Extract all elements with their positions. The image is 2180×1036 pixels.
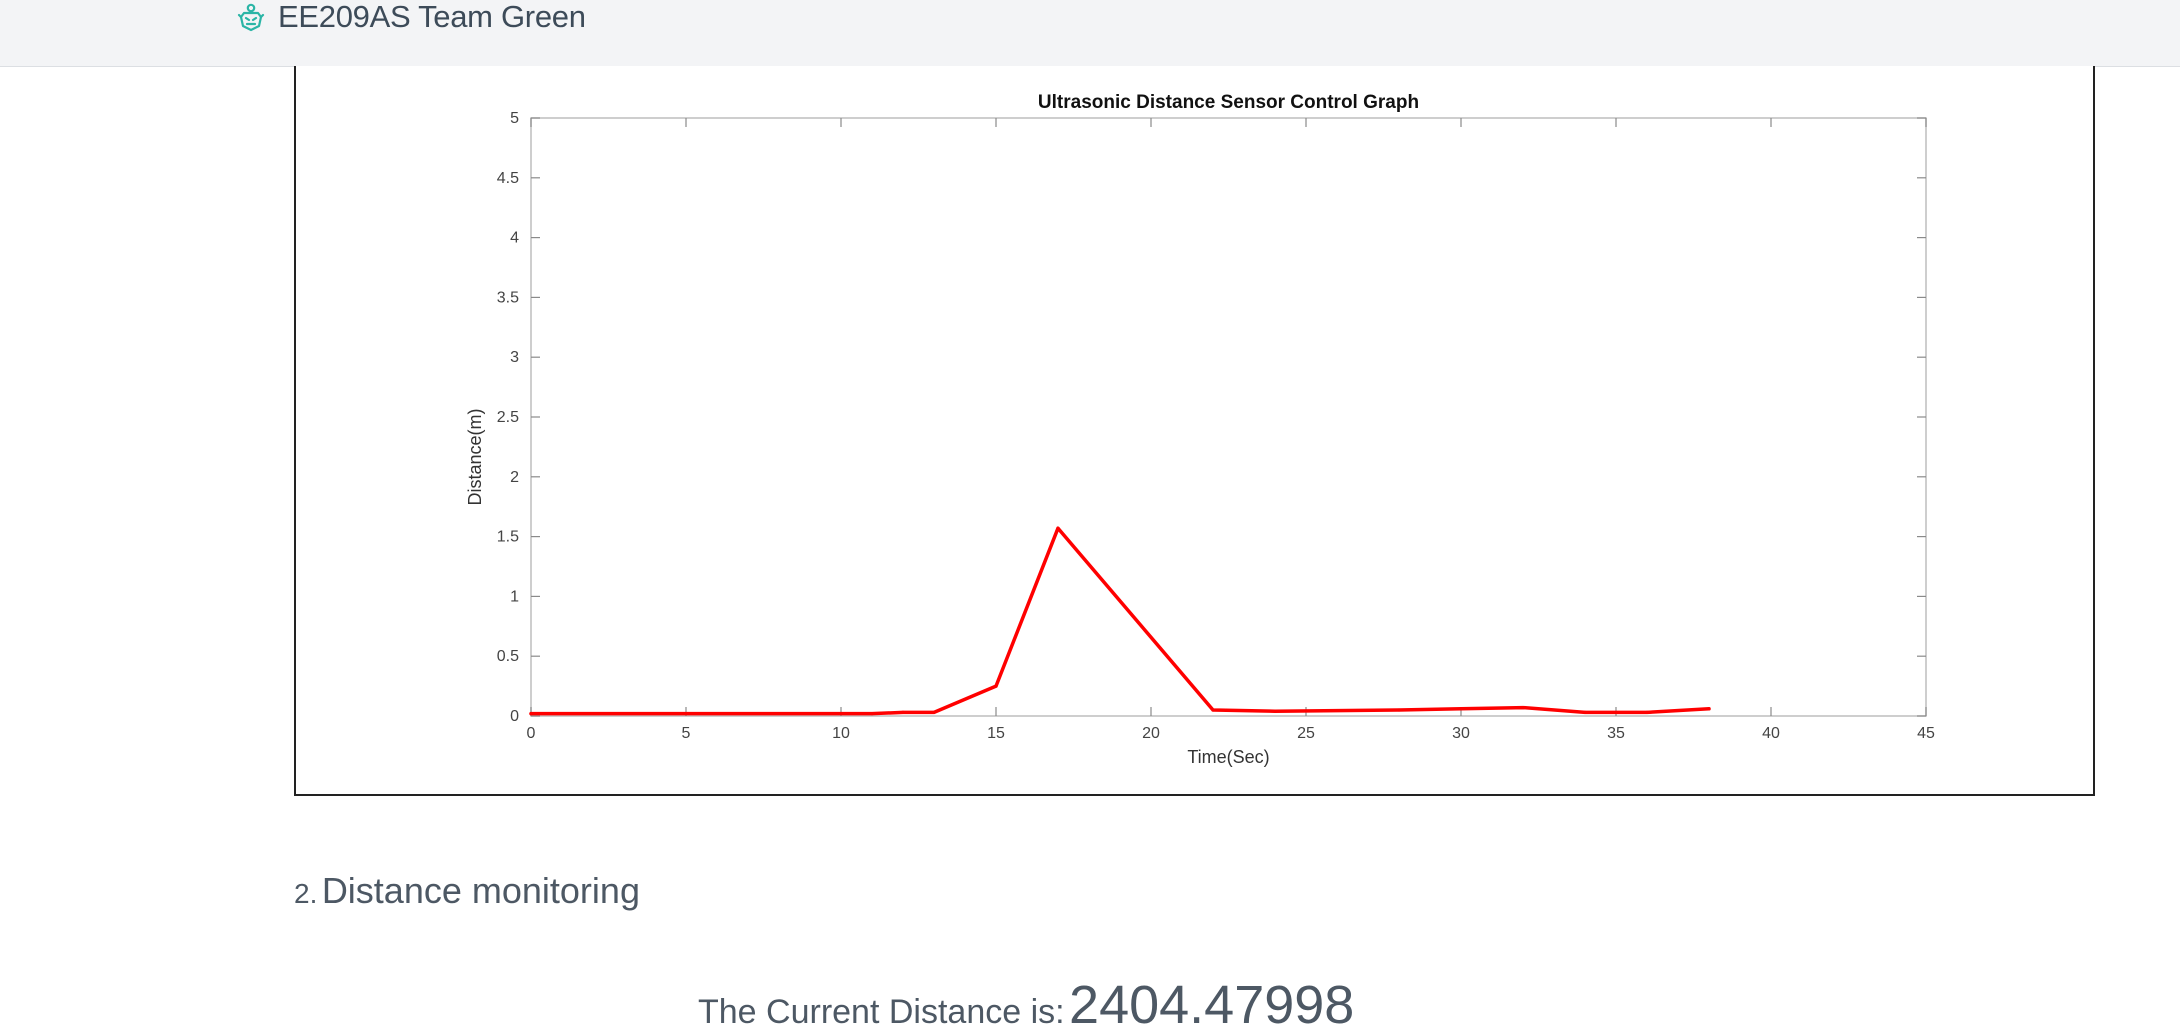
current-distance-readout: The Current Distance is: 2404.47998: [698, 974, 1354, 1036]
current-distance-value: 2404.47998: [1069, 975, 1355, 1035]
x-tick-label: 10: [832, 725, 850, 742]
x-tick-label: 20: [1142, 725, 1160, 742]
data-point: [932, 710, 936, 715]
top-navigation-bar: EE209AS Team Green: [0, 0, 2180, 67]
data-point: [1707, 707, 1711, 711]
data-point: [1056, 526, 1060, 530]
section-number: 2.: [294, 878, 318, 909]
robot-head-icon: [237, 3, 265, 32]
y-tick-label: 2.5: [497, 409, 519, 426]
x-tick-label: 15: [987, 725, 1005, 742]
data-point: [1211, 708, 1215, 712]
y-tick-label: 5: [510, 110, 519, 127]
data-point: [994, 684, 998, 688]
y-tick-label: 1.5: [497, 529, 519, 546]
current-distance-label: The Current Distance is:: [698, 993, 1065, 1031]
site-title: EE209AS Team Green: [278, 0, 586, 34]
y-tick-label: 4.5: [497, 170, 519, 187]
x-tick-label: 35: [1607, 725, 1625, 742]
data-point: [901, 710, 905, 715]
y-tick-label: 0: [510, 708, 519, 725]
y-tick-label: 3: [510, 349, 519, 366]
y-tick-label: 1: [510, 588, 519, 605]
data-point: [1521, 706, 1525, 710]
distance-graph-figure: 0 5 10 15 20 25 30 35 40 45 0 0.5 1 1.5 2 2.5 3 3.5 4 4.5 5 U…: [294, 66, 2095, 796]
x-tick-label: 45: [1917, 725, 1935, 742]
y-tick-label: 4: [510, 230, 519, 247]
data-point: [529, 712, 533, 716]
site-brand-link[interactable]: EE209AS Team Green: [236, 0, 586, 34]
y-tick-label: 3.5: [497, 289, 519, 306]
data-point: [1273, 709, 1277, 713]
section-title: Distance monitoring: [321, 870, 640, 911]
data-point: [1397, 708, 1401, 712]
data-point: [1645, 710, 1649, 715]
section-heading: 2. Distance monitoring: [294, 870, 640, 912]
distance-line-chart: 0 5 10 15 20 25 30 35 40 45 0 0.5 1 1.5 2 2.5 3 3.5 4 4.5 5 U…: [465, 92, 1935, 767]
data-point: [870, 712, 874, 716]
x-tick-label: 30: [1452, 725, 1470, 742]
x-tick-label: 40: [1762, 725, 1780, 742]
y-tick-label: 0.5: [497, 648, 519, 665]
data-point: [1583, 710, 1587, 715]
y-tick-label: 2: [510, 469, 519, 486]
x-tick-label: 5: [682, 725, 691, 742]
plot-area-frame: [530, 117, 1927, 717]
y-axis-label: Distance(m): [465, 408, 485, 505]
data-point: [1459, 707, 1463, 711]
x-tick-label: 0: [527, 725, 536, 742]
x-tick-label: 25: [1297, 725, 1315, 742]
x-axis-label: Time(Sec): [1187, 747, 1269, 767]
chart-title: Ultrasonic Distance Sensor Control Graph: [1038, 92, 1419, 113]
